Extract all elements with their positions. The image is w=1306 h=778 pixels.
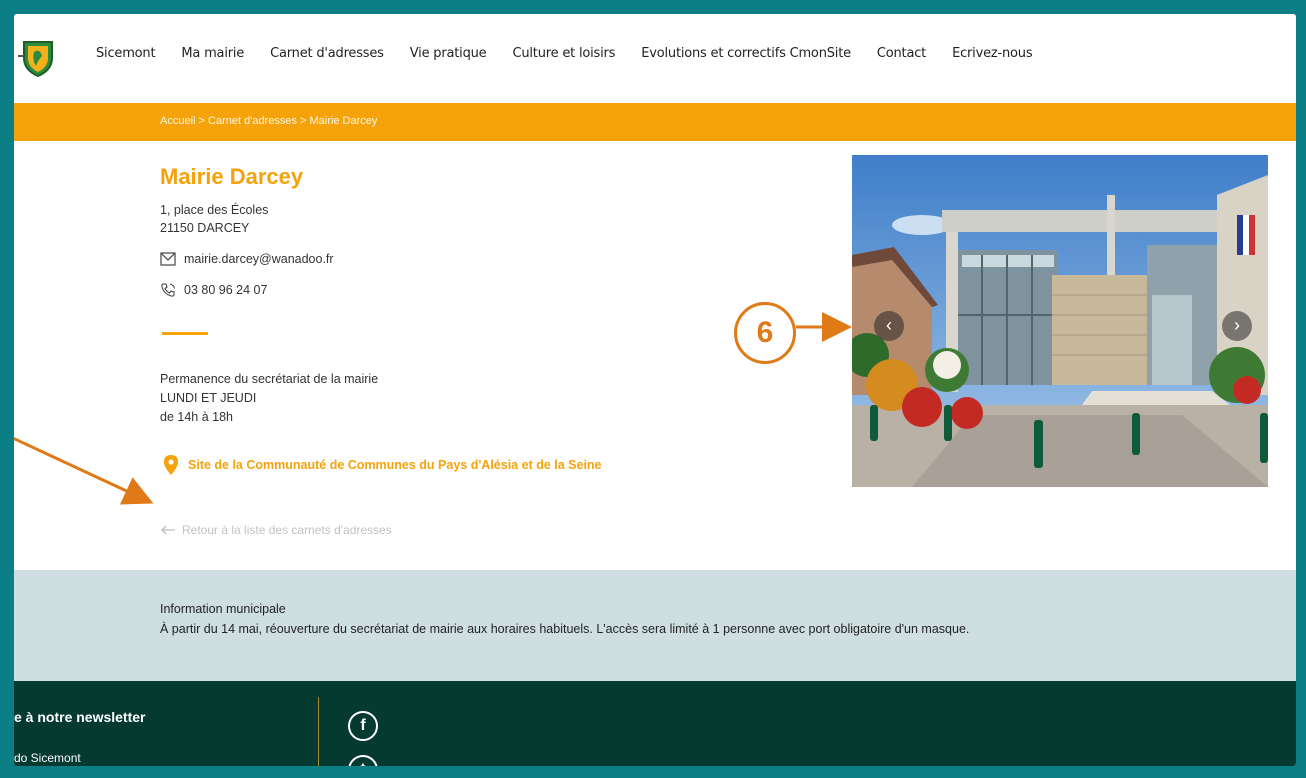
- carousel-next-button[interactable]: ›: [1222, 311, 1252, 341]
- shield-logo-icon[interactable]: [18, 38, 58, 78]
- site-footer: e à notre newsletter do Sicemont f t: [14, 681, 1296, 766]
- photo-carousel: ‹ ›: [852, 155, 1268, 487]
- town-hall-photo: [852, 155, 1268, 487]
- hours-days: LUNDI ET JEUDI: [160, 391, 257, 405]
- info-title: Information municipale: [160, 602, 286, 616]
- page-title: Mairie Darcey: [160, 164, 304, 189]
- municipal-info-band: Information municipale À partir du 14 ma…: [14, 570, 1296, 681]
- nav-item-carnet-adresses[interactable]: Carnet d'adresses: [270, 46, 384, 61]
- browser-frame: Sicemont Ma mairie Carnet d'adresses Vie…: [14, 14, 1296, 766]
- hours-label: Permanence du secrétariat de la mairie: [160, 372, 379, 386]
- address: 1, place des Écoles 21150 DARCEY: [160, 201, 268, 237]
- community-site-link[interactable]: Site de la Communauté de Communes du Pay…: [164, 455, 602, 475]
- twitter-icon[interactable]: t: [348, 755, 378, 766]
- breadcrumb-section[interactable]: Carnet d'adresses: [208, 115, 297, 127]
- email-row: mairie.darcey@wanadoo.fr: [160, 252, 334, 266]
- newsletter-subtitle: do Sicemont: [14, 751, 81, 765]
- map-pin-icon: [164, 455, 178, 475]
- annotation-number-badge: 6: [734, 302, 796, 364]
- breadcrumb-current: Mairie Darcey: [309, 115, 378, 127]
- breadcrumb: Accueil > Carnet d'adresses > Mairie Dar…: [160, 115, 377, 127]
- info-text: À partir du 14 mai, réouverture du secré…: [160, 622, 970, 636]
- phone-row: 03 80 96 24 07: [160, 282, 267, 298]
- nav-item-contact[interactable]: Contact: [877, 46, 926, 61]
- email-link[interactable]: mairie.darcey@wanadoo.fr: [184, 252, 334, 266]
- breadcrumb-bar: Accueil > Carnet d'adresses > Mairie Dar…: [14, 103, 1296, 141]
- nav-item-ma-mairie[interactable]: Ma mairie: [181, 46, 244, 61]
- breadcrumb-separator: >: [195, 115, 209, 127]
- envelope-icon: [160, 252, 176, 266]
- back-to-list-link[interactable]: Retour à la liste des carnets d'adresses: [160, 523, 392, 537]
- footer-divider: [318, 697, 319, 766]
- community-site-label: Site de la Communauté de Communes du Pay…: [188, 458, 602, 472]
- nav-item-sicemont[interactable]: Sicemont: [96, 46, 156, 61]
- nav-item-culture-loisirs[interactable]: Culture et loisirs: [512, 46, 615, 61]
- address-line-2: 21150 DARCEY: [160, 221, 250, 235]
- opening-hours: Permanence du secrétariat de la mairie L…: [160, 370, 378, 427]
- nav-item-evolutions[interactable]: Evolutions et correctifs CmonSite: [641, 46, 851, 61]
- nav-menu: Sicemont Ma mairie Carnet d'adresses Vie…: [96, 46, 1058, 61]
- phone-number[interactable]: 03 80 96 24 07: [184, 283, 267, 297]
- arrow-left-icon: [161, 525, 175, 535]
- newsletter-title: e à notre newsletter: [14, 709, 146, 725]
- hours-time: de 14h à 18h: [160, 410, 233, 424]
- nav-item-vie-pratique[interactable]: Vie pratique: [410, 46, 487, 61]
- facebook-icon[interactable]: f: [348, 711, 378, 741]
- breadcrumb-home[interactable]: Accueil: [160, 115, 195, 127]
- carousel-prev-button[interactable]: ‹: [874, 311, 904, 341]
- back-link-label: Retour à la liste des carnets d'adresses: [182, 523, 392, 537]
- phone-icon: [161, 283, 175, 297]
- top-nav: Sicemont Ma mairie Carnet d'adresses Vie…: [14, 14, 1296, 102]
- address-line-1: 1, place des Écoles: [160, 203, 269, 217]
- breadcrumb-separator: >: [296, 115, 310, 127]
- section-divider: [162, 332, 208, 335]
- nav-item-ecrivez-nous[interactable]: Ecrivez-nous: [952, 46, 1033, 61]
